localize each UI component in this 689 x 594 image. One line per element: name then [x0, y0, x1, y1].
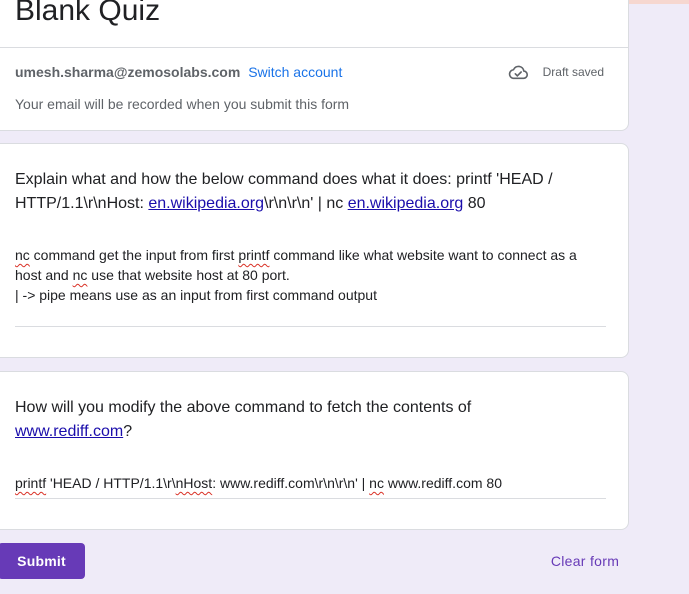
answer-text: : www.rediff.com\r\n\r\n' | — [212, 475, 370, 491]
draft-status: Draft saved — [507, 63, 604, 81]
draft-status-label: Draft saved — [542, 65, 604, 79]
question-card-1: Explain what and how the below command d… — [0, 143, 629, 358]
answer-text: command like what website want to connec… — [269, 247, 577, 263]
spellcheck-word: nc — [15, 247, 30, 263]
spellcheck-word: printf — [15, 475, 47, 491]
answer-line: nc command get the input from first prin… — [15, 245, 607, 265]
clear-form-button[interactable]: Clear form — [540, 543, 630, 579]
question-text: Explain what and how the below command d… — [15, 168, 590, 216]
spellcheck-word: nc — [72, 267, 88, 283]
question-link[interactable]: en.wikipedia.org — [348, 195, 464, 212]
account-email: umesh.sharma@zemosolabs.com — [15, 64, 241, 80]
answer-text: | -> pipe means use as an input from fir… — [15, 287, 377, 303]
answer-line: | -> pipe means use as an input from fir… — [15, 285, 607, 305]
cloud-check-icon — [508, 65, 528, 80]
answer-text: command get the input from first — [29, 247, 239, 263]
spellcheck-word: nHost — [175, 475, 213, 491]
switch-account-link[interactable]: Switch account — [248, 64, 342, 80]
question-text-part: How will you modify the above command to… — [15, 399, 472, 416]
header-divider — [0, 47, 628, 48]
answer-line: printf 'HEAD / HTTP/1.1\r\nHost: www.red… — [15, 473, 607, 493]
answer-text: 'HEAD / HTTP/1.1\r\ — [46, 475, 176, 491]
account-line: umesh.sharma@zemosolabs.com Switch accou… — [15, 63, 342, 81]
question-text-part: ? — [123, 423, 133, 440]
submit-button[interactable]: Submit — [0, 543, 85, 579]
answer-textarea[interactable]: nc command get the input from first prin… — [15, 245, 607, 305]
spellcheck-word: nc — [369, 475, 384, 491]
answer-text: host and — [15, 267, 73, 283]
answer-underline — [15, 326, 606, 327]
form-title: Blank Quiz — [15, 0, 161, 27]
form-header-card: Blank Quiz umesh.sharma@zemosolabs.com S… — [0, 0, 629, 131]
question-link[interactable]: www.rediff.com — [15, 423, 123, 440]
question-text: How will you modify the above command to… — [15, 396, 590, 444]
spellcheck-word: printf — [238, 247, 270, 263]
email-recorded-note: Your email will be recorded when you sub… — [15, 96, 350, 112]
answer-input[interactable]: printf 'HEAD / HTTP/1.1\r\nHost: www.red… — [15, 473, 607, 493]
question-text-part: 80 — [463, 195, 486, 212]
answer-text: www.rediff.com 80 — [383, 475, 502, 491]
answer-line: host and nc use that website host at 80 … — [15, 265, 607, 285]
question-card-2: How will you modify the above command to… — [0, 371, 629, 530]
answer-text: use that website host at 80 port. — [87, 267, 290, 283]
question-link[interactable]: en.wikipedia.org — [148, 195, 264, 212]
answer-underline — [15, 498, 606, 499]
question-text-part: \r\n\r\n' | nc — [264, 195, 348, 212]
